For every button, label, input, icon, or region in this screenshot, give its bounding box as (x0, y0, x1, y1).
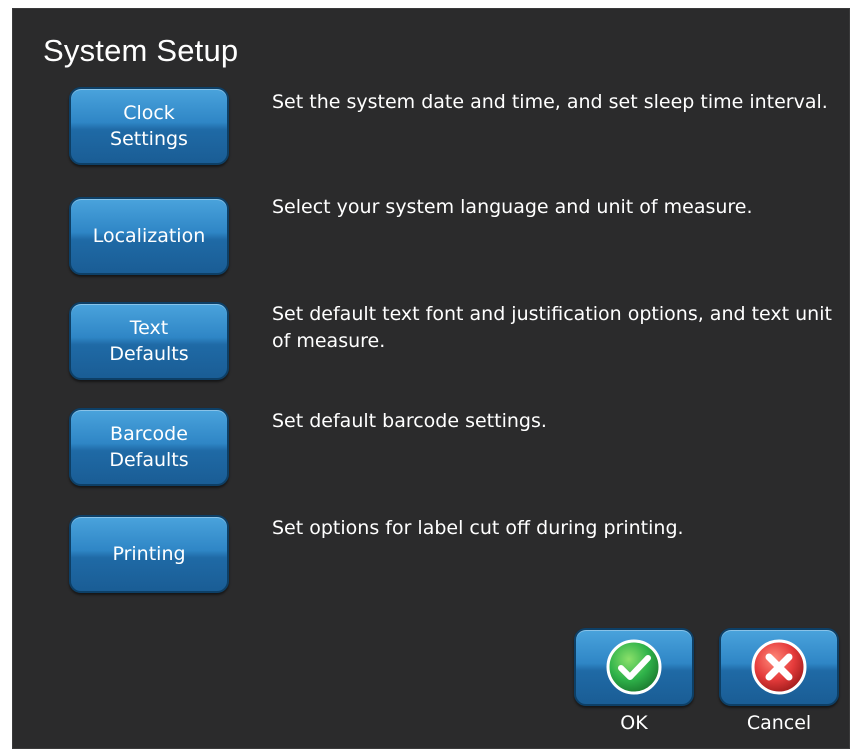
ok-button[interactable] (574, 628, 694, 706)
system-setup-panel: System Setup Clock Settings Set the syst… (12, 8, 850, 749)
clock-settings-description: Set the system date and time, and set sl… (272, 91, 828, 113)
close-icon (751, 639, 807, 695)
localization-button[interactable]: Localization (69, 197, 229, 275)
check-icon (606, 639, 662, 695)
ok-label: OK (620, 712, 648, 734)
localization-label: Localization (92, 225, 206, 247)
screen-frame: System Setup Clock Settings Set the syst… (0, 0, 854, 753)
page-title: System Setup (43, 33, 239, 68)
text-defaults-button[interactable]: Text Defaults (69, 302, 229, 380)
text-defaults-description: Set default text font and justification … (272, 303, 832, 352)
printing-button[interactable]: Printing (69, 515, 229, 593)
clock-settings-label: Clock Settings (110, 102, 188, 150)
printing-label: Printing (112, 543, 186, 565)
barcode-defaults-label: Barcode Defaults (109, 423, 189, 471)
cancel-button[interactable] (719, 628, 839, 706)
barcode-defaults-description: Set default barcode settings. (272, 410, 547, 432)
text-defaults-label: Text Defaults (109, 317, 189, 365)
barcode-defaults-button[interactable]: Barcode Defaults (69, 408, 229, 486)
cancel-label: Cancel (746, 712, 812, 734)
localization-description: Select your system language and unit of … (272, 196, 753, 218)
clock-settings-button[interactable]: Clock Settings (69, 87, 229, 165)
printing-description: Set options for label cut off during pri… (272, 517, 684, 539)
